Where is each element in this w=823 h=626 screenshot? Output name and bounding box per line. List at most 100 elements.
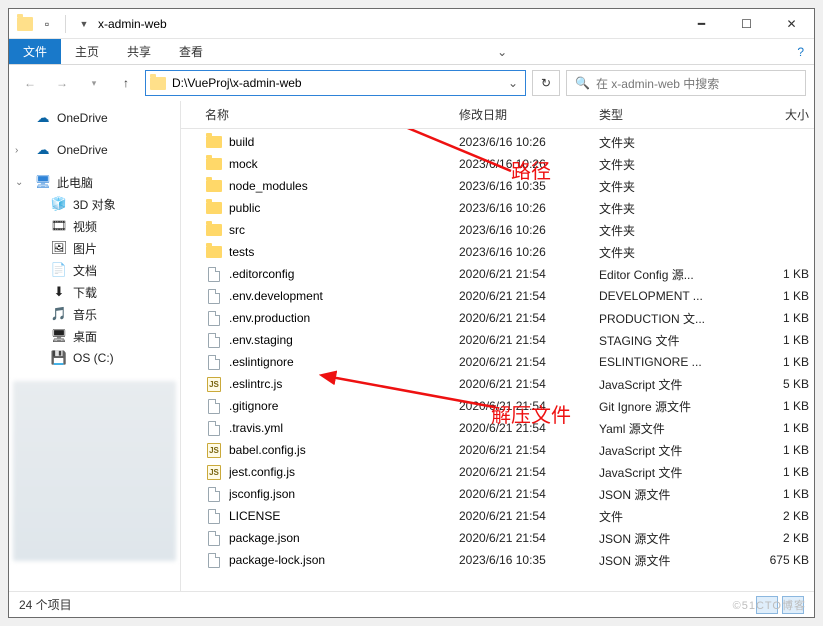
file-row[interactable]: .editorconfig2020/6/21 21:54Editor Confi… bbox=[181, 263, 814, 285]
file-type: 文件 bbox=[599, 508, 749, 525]
file-row[interactable]: public2023/6/16 10:26文件夹 bbox=[181, 197, 814, 219]
file-row[interactable]: .gitignore2020/6/21 21:54Git Ignore 源文件1… bbox=[181, 395, 814, 417]
search-box[interactable]: 🔍 在 x-admin-web 中搜索 bbox=[566, 70, 806, 96]
column-size[interactable]: 大小 bbox=[749, 106, 809, 123]
file-name: jsconfig.json bbox=[229, 487, 459, 501]
file-size: 1 KB bbox=[749, 289, 809, 303]
file-date: 2020/6/21 21:54 bbox=[459, 289, 599, 303]
column-type[interactable]: 类型 bbox=[599, 106, 749, 123]
column-date[interactable]: 修改日期 bbox=[459, 106, 599, 123]
tab-view[interactable]: 查看 bbox=[165, 39, 217, 64]
tab-share[interactable]: 共享 bbox=[113, 39, 165, 64]
tab-file[interactable]: 文件 bbox=[9, 39, 61, 64]
file-size: 1 KB bbox=[749, 333, 809, 347]
maximize-button[interactable]: ☐ bbox=[724, 9, 769, 38]
file-date: 2020/6/21 21:54 bbox=[459, 399, 599, 413]
address-dropdown-icon[interactable]: ⌄ bbox=[505, 76, 521, 90]
close-button[interactable]: ✕ bbox=[769, 9, 814, 38]
file-size: 5 KB bbox=[749, 377, 809, 391]
file-row[interactable]: build2023/6/16 10:26文件夹 bbox=[181, 131, 814, 153]
file-type: JSON 源文件 bbox=[599, 530, 749, 547]
file-row[interactable]: src2023/6/16 10:26文件夹 bbox=[181, 219, 814, 241]
file-name: .eslintignore bbox=[229, 355, 459, 369]
file-row[interactable]: package-lock.json2023/6/16 10:35JSON 源文件… bbox=[181, 549, 814, 571]
file-row[interactable]: mock2023/6/16 10:26文件夹 bbox=[181, 153, 814, 175]
file-type: JSON 源文件 bbox=[599, 552, 749, 569]
sidebar-item[interactable]: 🎵音乐 bbox=[13, 303, 176, 325]
file-row[interactable]: node_modules2023/6/16 10:35文件夹 bbox=[181, 175, 814, 197]
file-name: public bbox=[229, 201, 459, 215]
sidebar-item[interactable]: ⬇下载 bbox=[13, 281, 176, 303]
refresh-button[interactable]: ↻ bbox=[532, 70, 560, 96]
sidebar-item[interactable]: 🖥 桌面 bbox=[13, 325, 176, 347]
nav-up-button[interactable]: ↑ bbox=[113, 70, 139, 96]
minimize-button[interactable]: ━ bbox=[679, 9, 724, 38]
tab-home[interactable]: 主页 bbox=[61, 39, 113, 64]
file-row[interactable]: JSjest.config.js2020/6/21 21:54JavaScrip… bbox=[181, 461, 814, 483]
file-date: 2020/6/21 21:54 bbox=[459, 509, 599, 523]
file-row[interactable]: .eslintignore2020/6/21 21:54ESLINTIGNORE… bbox=[181, 351, 814, 373]
dropdown-icon[interactable]: ▼ bbox=[76, 16, 92, 32]
nav-forward-button[interactable]: → bbox=[49, 70, 75, 96]
sidebar-onedrive[interactable]: ☁OneDrive bbox=[13, 107, 176, 129]
file-row[interactable]: JS.eslintrc.js2020/6/21 21:54JavaScript … bbox=[181, 373, 814, 395]
search-placeholder: 在 x-admin-web 中搜索 bbox=[596, 75, 719, 92]
file-name: LICENSE bbox=[229, 509, 459, 523]
file-row[interactable]: package.json2020/6/21 21:54JSON 源文件2 KB bbox=[181, 527, 814, 549]
item-icon: 🖥 bbox=[51, 328, 67, 344]
file-row[interactable]: .travis.yml2020/6/21 21:54Yaml 源文件1 KB bbox=[181, 417, 814, 439]
sidebar-thispc[interactable]: ⌄🖥此电脑 bbox=[13, 171, 176, 193]
cloud-icon: ☁ bbox=[35, 142, 51, 158]
folder-icon bbox=[206, 180, 222, 192]
item-icon: 🎞 bbox=[51, 218, 67, 234]
nav-recent-icon[interactable]: ▾ bbox=[81, 70, 107, 96]
file-type: STAGING 文件 bbox=[599, 332, 749, 349]
column-name[interactable]: 名称 bbox=[205, 106, 459, 123]
file-type: 文件夹 bbox=[599, 200, 749, 217]
address-bar[interactable]: ⌄ bbox=[145, 70, 526, 96]
ribbon-help-icon[interactable]: ? bbox=[787, 39, 814, 64]
sidebar-item-label: 桌面 bbox=[73, 328, 97, 345]
file-icon bbox=[208, 399, 220, 414]
sidebar-item[interactable]: 📄文档 bbox=[13, 259, 176, 281]
sidebar-onedrive[interactable]: ›☁OneDrive bbox=[13, 139, 176, 161]
sidebar-item[interactable]: 🧊3D 对象 bbox=[13, 193, 176, 215]
nav-back-button[interactable]: ← bbox=[17, 70, 43, 96]
file-date: 2020/6/21 21:54 bbox=[459, 421, 599, 435]
statusbar: 24 个项目 bbox=[9, 591, 814, 617]
address-input[interactable] bbox=[172, 72, 499, 94]
sidebar-item[interactable]: 🎞 视频 bbox=[13, 215, 176, 237]
sidebar-item-label: 3D 对象 bbox=[73, 196, 116, 213]
file-row[interactable]: .env.staging2020/6/21 21:54STAGING 文件1 K… bbox=[181, 329, 814, 351]
file-icon bbox=[208, 289, 220, 304]
file-date: 2023/6/16 10:35 bbox=[459, 179, 599, 193]
quick-access-icon[interactable]: ▫ bbox=[39, 16, 55, 32]
file-name: .editorconfig bbox=[229, 267, 459, 281]
content-area: 名称 修改日期 类型 大小 路径 解压文件 build2023/6/16 10:… bbox=[181, 101, 814, 591]
sidebar-item-label: 音乐 bbox=[73, 306, 97, 323]
sidebar: ☁OneDrive ›☁OneDrive ⌄🖥此电脑 🧊3D 对象🎞视频🖼图片📄… bbox=[9, 101, 181, 591]
file-list[interactable]: 路径 解压文件 build2023/6/16 10:26文件夹mock2023/… bbox=[181, 129, 814, 591]
js-icon: JS bbox=[207, 377, 221, 392]
file-date: 2020/6/21 21:54 bbox=[459, 487, 599, 501]
file-type: 文件夹 bbox=[599, 244, 749, 261]
file-type: 文件夹 bbox=[599, 134, 749, 151]
folder-icon bbox=[206, 224, 222, 236]
sidebar-item-label: 视频 bbox=[73, 218, 97, 235]
sidebar-item-label: 下载 bbox=[73, 284, 97, 301]
file-date: 2020/6/21 21:54 bbox=[459, 443, 599, 457]
file-size: 1 KB bbox=[749, 443, 809, 457]
file-row[interactable]: .env.development2020/6/21 21:54DEVELOPME… bbox=[181, 285, 814, 307]
ribbon-expand-icon[interactable]: ⌄ bbox=[487, 39, 517, 64]
chevron-right-icon[interactable]: › bbox=[15, 145, 18, 156]
file-row[interactable]: JSbabel.config.js2020/6/21 21:54JavaScri… bbox=[181, 439, 814, 461]
file-row[interactable]: jsconfig.json2020/6/21 21:54JSON 源文件1 KB bbox=[181, 483, 814, 505]
file-date: 2023/6/16 10:26 bbox=[459, 223, 599, 237]
chevron-down-icon[interactable]: ⌄ bbox=[15, 177, 23, 188]
file-row[interactable]: tests2023/6/16 10:26文件夹 bbox=[181, 241, 814, 263]
sidebar-item[interactable]: 🖼图片 bbox=[13, 237, 176, 259]
titlebar: ▫ ▼ x-admin-web ━ ☐ ✕ bbox=[9, 9, 814, 39]
sidebar-item[interactable]: 💾OS (C:) bbox=[13, 347, 176, 369]
file-row[interactable]: LICENSE2020/6/21 21:54文件2 KB bbox=[181, 505, 814, 527]
file-row[interactable]: .env.production2020/6/21 21:54PRODUCTION… bbox=[181, 307, 814, 329]
